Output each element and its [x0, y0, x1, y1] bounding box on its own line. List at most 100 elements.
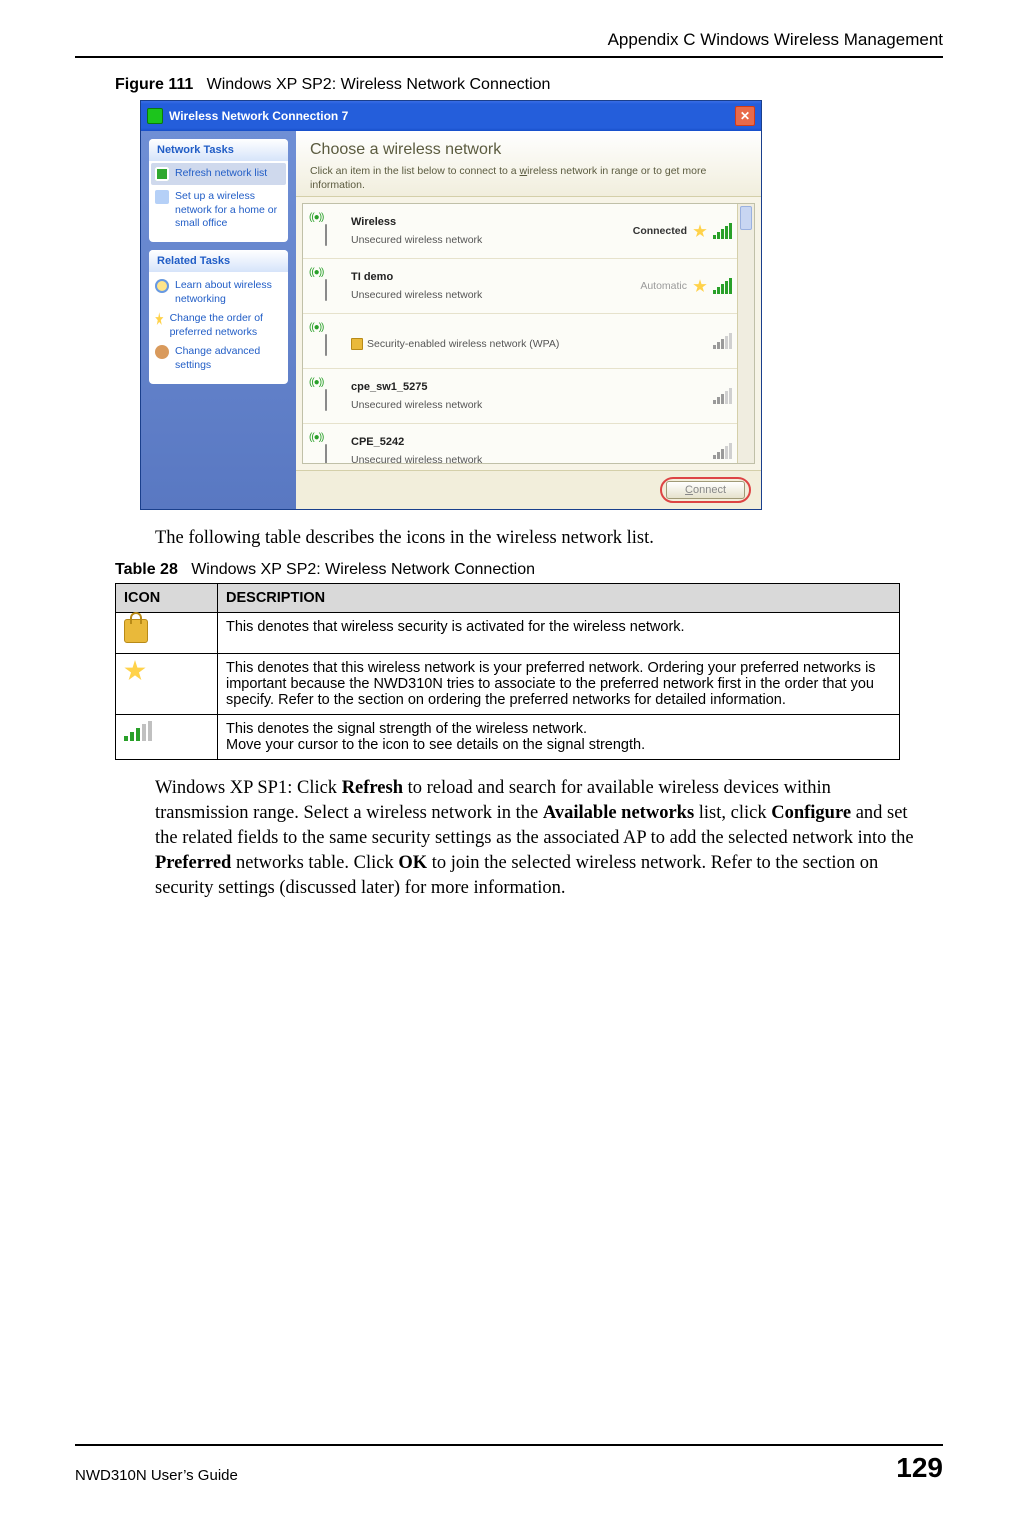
header-rule	[75, 56, 943, 58]
table-caption: Table 28 Windows XP SP2: Wireless Networ…	[115, 561, 943, 579]
network-name: CPE_5242	[351, 436, 703, 448]
sidebar-panel-network-tasks: Network Tasks Refresh network list Set u…	[149, 139, 288, 242]
th-description: DESCRIPTION	[218, 583, 900, 612]
network-item[interactable]: Wireless Unsecured wireless network Conn…	[303, 204, 754, 259]
network-subtext: Security-enabled wireless network (WPA)	[351, 338, 703, 350]
network-subtext: Unsecured wireless network	[351, 454, 703, 464]
lock-icon	[351, 338, 363, 350]
antenna-icon	[311, 269, 341, 303]
para-xp-sp1: Windows XP SP1: Click Refresh to reload …	[155, 776, 925, 901]
figure-caption: Figure 111 Windows XP SP2: Wireless Netw…	[115, 76, 943, 94]
task-label: Learn about wireless networking	[175, 279, 282, 306]
signal-icon	[713, 333, 732, 349]
header-appendix: Appendix C Windows Wireless Management	[75, 30, 943, 50]
para-following-table: The following table describes the icons …	[155, 526, 925, 551]
p2b1: Refresh	[342, 778, 403, 798]
info-icon	[155, 279, 169, 293]
connect-u: C	[685, 484, 693, 496]
page-number: 129	[896, 1452, 943, 1484]
p2b5: OK	[398, 853, 427, 873]
p2t5: networks table. Click	[231, 853, 398, 873]
gear-icon	[155, 345, 169, 359]
desc-cell: This denotes that this wireless network …	[218, 653, 900, 714]
task-label: Change advanced settings	[175, 345, 282, 372]
network-subtext: Unsecured wireless network	[351, 289, 630, 301]
connect-highlight: Connect	[660, 477, 751, 503]
network-list: Wireless Unsecured wireless network Conn…	[302, 203, 755, 464]
network-subtext: Unsecured wireless network	[351, 399, 703, 411]
p2t1: Windows XP SP1: Click	[155, 778, 342, 798]
network-name: Wireless	[351, 216, 623, 228]
footer: NWD310N User’s Guide 129	[75, 1444, 943, 1484]
task-change-advanced-settings[interactable]: Change advanced settings	[155, 342, 282, 375]
figure-caption-text: Windows XP SP2: Wireless Network Connect…	[207, 76, 551, 93]
scrollbar-thumb[interactable]	[740, 206, 752, 230]
network-item[interactable]: cpe_sw1_5275 Unsecured wireless network	[303, 369, 754, 424]
table-caption-text: Windows XP SP2: Wireless Network Connect…	[191, 561, 535, 578]
antenna-icon	[311, 324, 341, 358]
sidebar: Network Tasks Refresh network list Set u…	[141, 131, 296, 509]
task-label: Change the order of preferred networks	[170, 312, 282, 339]
antenna-icon	[311, 379, 341, 413]
signal-icon	[713, 443, 732, 459]
signal-icon	[713, 388, 732, 404]
th-icon: ICON	[116, 583, 218, 612]
network-item[interactable]: TI demo Unsecured wireless network Autom…	[303, 259, 754, 314]
sub-pre: Click an item in the list below to conne…	[310, 165, 520, 177]
p2b4: Preferred	[155, 853, 231, 873]
main-title: Choose a wireless network	[310, 141, 747, 159]
table-row: This denotes that this wireless network …	[116, 653, 900, 714]
main-pane: Choose a wireless network Click an item …	[296, 131, 761, 509]
p2b3: Configure	[771, 803, 851, 823]
task-refresh-network-list[interactable]: Refresh network list	[151, 163, 286, 185]
figure-label: Figure 111	[115, 76, 193, 93]
star-icon	[155, 312, 164, 326]
task-label: Set up a wireless network for a home or …	[175, 190, 282, 231]
status-connected: Connected	[633, 225, 687, 237]
window-title: Wireless Network Connection 7	[169, 109, 348, 123]
signal-icon	[713, 223, 732, 239]
desc-line-2: Move your cursor to the icon to see deta…	[226, 737, 645, 753]
button-bar: Connect	[296, 470, 761, 509]
sidebar-panel-related-tasks: Related Tasks Learn about wireless netwo…	[149, 250, 288, 384]
xp-window: Wireless Network Connection 7 ✕ Network …	[140, 100, 762, 510]
panel-head-related-tasks: Related Tasks	[149, 250, 288, 272]
refresh-icon	[155, 167, 169, 181]
antenna-icon	[311, 434, 341, 464]
star-icon	[693, 279, 707, 293]
close-icon[interactable]: ✕	[735, 106, 755, 126]
icon-description-table: ICON DESCRIPTION This denotes that wirel…	[115, 583, 900, 760]
table-label: Table 28	[115, 561, 178, 578]
p2t3: list, click	[694, 803, 771, 823]
desc-cell: This denotes that wireless security is a…	[218, 612, 900, 653]
signal-icon	[124, 721, 152, 741]
table-row: This denotes the signal strength of the …	[116, 714, 900, 759]
task-change-order-preferred[interactable]: Change the order of preferred networks	[155, 309, 282, 342]
scrollbar[interactable]	[737, 204, 754, 463]
task-learn-about-wireless[interactable]: Learn about wireless networking	[155, 276, 282, 309]
table-row: This denotes that wireless security is a…	[116, 612, 900, 653]
network-subtext: Unsecured wireless network	[351, 234, 623, 246]
network-item[interactable]: Security-enabled wireless network (WPA)	[303, 314, 754, 369]
status-automatic: Automatic	[640, 280, 687, 292]
star-icon	[124, 660, 146, 682]
desc-line-1: This denotes the signal strength of the …	[226, 721, 587, 737]
sub-u: w	[520, 165, 528, 177]
footer-guide-name: NWD310N User’s Guide	[75, 1467, 238, 1484]
setup-icon	[155, 190, 169, 204]
panel-head-network-tasks: Network Tasks	[149, 139, 288, 161]
network-name: TI demo	[351, 271, 630, 283]
network-item[interactable]: CPE_5242 Unsecured wireless network	[303, 424, 754, 464]
subtext: Security-enabled wireless network (WPA)	[367, 338, 559, 350]
antenna-icon	[311, 214, 341, 248]
task-setup-wireless-network[interactable]: Set up a wireless network for a home or …	[155, 187, 282, 234]
titlebar: Wireless Network Connection 7 ✕	[141, 101, 761, 131]
desc-cell: This denotes the signal strength of the …	[218, 714, 900, 759]
p2b2: Available networks	[543, 803, 694, 823]
star-icon	[693, 224, 707, 238]
network-name: cpe_sw1_5275	[351, 381, 703, 393]
wireless-app-icon	[147, 108, 163, 124]
task-label: Refresh network list	[175, 167, 267, 181]
signal-icon	[713, 278, 732, 294]
connect-button[interactable]: Connect	[666, 481, 745, 499]
